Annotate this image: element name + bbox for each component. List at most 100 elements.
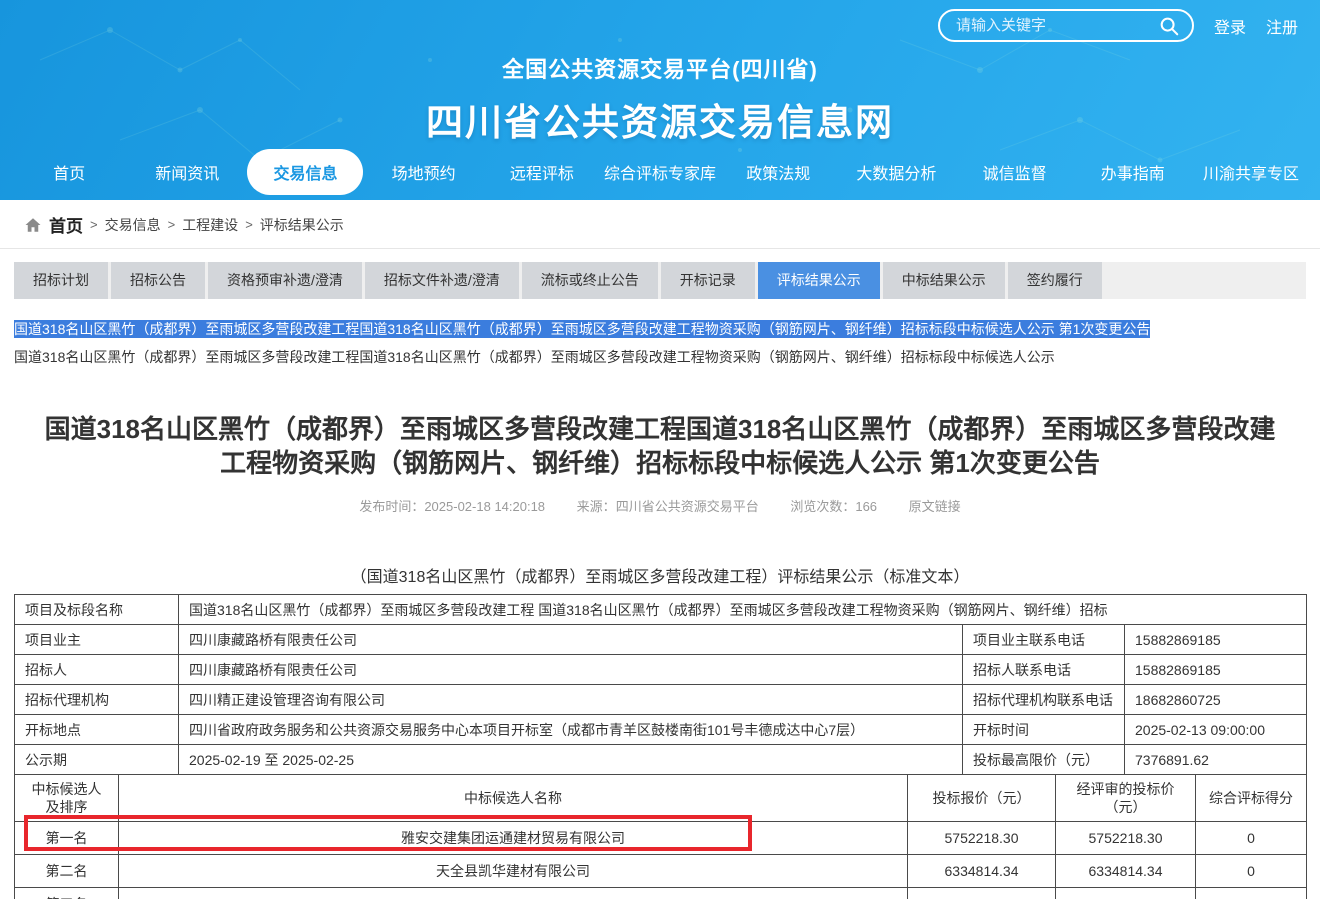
row-value: 国道318名山区黑竹（成都界）至雨城区多营段改建工程 国道318名山区黑竹（成都…	[179, 595, 1307, 625]
candidate-score: 0	[1196, 855, 1307, 888]
candidate-name	[119, 888, 908, 899]
tab-winning-result[interactable]: 中标结果公示	[883, 262, 1005, 299]
candidate-row-first: 第一名 雅安交建集团运通建材贸易有限公司 5752218.30 5752218.…	[15, 822, 1307, 855]
table-caption: （国道318名山区黑竹（成都界）至雨城区多营段改建工程）评标结果公示（标准文本）	[0, 563, 1320, 587]
column-header: 综合评标得分	[1196, 775, 1307, 822]
candidates-header-row: 中标候选人及排序 中标候选人名称 投标报价（元） 经评审的投标价（元） 综合评标…	[15, 775, 1307, 822]
row-value: 四川省政府政务服务和公共资源交易服务中心本项目开标室（成都市青羊区鼓楼南街101…	[179, 715, 963, 745]
search-input[interactable]	[956, 17, 1156, 34]
row-value: 四川精正建设管理咨询有限公司	[179, 685, 963, 715]
row-label: 招标人联系电话	[963, 655, 1125, 685]
nav-policies[interactable]: 政策法规	[719, 160, 837, 184]
row-label: 招标代理机构联系电话	[963, 685, 1125, 715]
candidate-rank: 第一名	[15, 822, 119, 855]
nav-remote-evaluation[interactable]: 远程评标	[483, 160, 601, 184]
row-label: 投标最高限价（元）	[963, 745, 1125, 775]
candidate-reviewed-price	[1056, 888, 1196, 899]
table-row: 招标人 四川康藏路桥有限责任公司 招标人联系电话 15882869185	[15, 655, 1307, 685]
main-nav: 首页 新闻资讯 交易信息 场地预约 远程评标 综合评标专家库 政策法规 大数据分…	[0, 144, 1320, 200]
list-item-change-announcement[interactable]: 国道318名山区黑竹（成都界）至雨城区多营段改建工程国道318名山区黑竹（成都界…	[14, 320, 1150, 338]
candidate-row-second: 第二名 天全县凯华建材有限公司 6334814.34 6334814.34 0	[15, 855, 1307, 888]
tab-tender-notice[interactable]: 招标公告	[111, 262, 205, 299]
candidate-name: 雅安交建集团运通建材贸易有限公司	[119, 822, 908, 855]
breadcrumb-construction[interactable]: 工程建设	[182, 215, 238, 235]
candidate-row-third: 第三名	[15, 888, 1307, 899]
tab-contract-performance[interactable]: 签约履行	[1008, 262, 1102, 299]
nav-venue-booking[interactable]: 场地预约	[365, 160, 483, 184]
article-meta: 发布时间：2025-02-18 14:20:18 来源：四川省公共资源交易平台 …	[0, 496, 1320, 515]
breadcrumb-separator: >	[168, 217, 176, 232]
row-value: 2025-02-13 09:00:00	[1125, 715, 1307, 745]
row-label: 招标代理机构	[15, 685, 179, 715]
original-text-link[interactable]: 原文链接	[909, 499, 961, 514]
row-value: 7376891.62	[1125, 745, 1307, 775]
row-label: 公示期	[15, 745, 179, 775]
search-icon[interactable]	[1156, 13, 1182, 39]
nav-service-guide[interactable]: 办事指南	[1074, 160, 1192, 184]
tab-failure-termination-notice[interactable]: 流标或终止公告	[522, 262, 658, 299]
tab-evaluation-result[interactable]: 评标结果公示	[758, 262, 880, 299]
login-link[interactable]: 登录	[1214, 14, 1246, 38]
table-row: 项目及标段名称 国道318名山区黑竹（成都界）至雨城区多营段改建工程 国道318…	[15, 595, 1307, 625]
row-label: 招标人	[15, 655, 179, 685]
row-value: 15882869185	[1125, 655, 1307, 685]
row-value: 四川康藏路桥有限责任公司	[179, 655, 963, 685]
platform-title: 全国公共资源交易平台(四川省)	[0, 52, 1320, 84]
candidate-score: 0	[1196, 822, 1307, 855]
candidate-bid-price: 6334814.34	[908, 855, 1056, 888]
site-header: 登录 注册 全国公共资源交易平台(四川省) 四川省公共资源交易信息网 首页 新闻…	[0, 0, 1320, 200]
tab-bid-opening-record[interactable]: 开标记录	[661, 262, 755, 299]
candidate-rank: 第三名	[15, 888, 119, 899]
row-value: 四川康藏路桥有限责任公司	[179, 625, 963, 655]
list-item-selected-wrap: 国道318名山区黑竹（成都界）至雨城区多营段改建工程国道318名山区黑竹（成都界…	[14, 319, 1306, 340]
table-row: 招标代理机构 四川精正建设管理咨询有限公司 招标代理机构联系电话 1868286…	[15, 685, 1307, 715]
candidate-score	[1196, 888, 1307, 899]
candidate-name: 天全县凯华建材有限公司	[119, 855, 908, 888]
column-header: 经评审的投标价（元）	[1056, 775, 1196, 822]
breadcrumb-evaluation-result[interactable]: 评标结果公示	[260, 215, 344, 235]
candidate-bid-price	[908, 888, 1056, 899]
source: 来源：四川省公共资源交易平台	[577, 499, 759, 514]
register-link[interactable]: 注册	[1266, 14, 1298, 38]
page-title: 国道318名山区黑竹（成都界）至雨城区多营段改建工程国道318名山区黑竹（成都界…	[40, 412, 1280, 480]
tab-tender-doc-supplement[interactable]: 招标文件补遗/澄清	[365, 262, 519, 299]
category-tab-bar: 招标计划 招标公告 资格预审补遗/澄清 招标文件补遗/澄清 流标或终止公告 开标…	[14, 262, 1306, 299]
breadcrumb-separator: >	[90, 217, 98, 232]
site-title: 四川省公共资源交易信息网	[0, 92, 1320, 146]
candidate-reviewed-price: 6334814.34	[1056, 855, 1196, 888]
row-label: 项目及标段名称	[15, 595, 179, 625]
tab-prequalification-supplement[interactable]: 资格预审补遗/澄清	[208, 262, 362, 299]
list-item-original-announcement[interactable]: 国道318名山区黑竹（成都界）至雨城区多营段改建工程国道318名山区黑竹（成都界…	[14, 347, 1306, 368]
row-value: 2025-02-19 至 2025-02-25	[179, 745, 963, 775]
tab-bidding-plan[interactable]: 招标计划	[14, 262, 108, 299]
breadcrumb-separator: >	[245, 217, 253, 232]
column-header: 投标报价（元）	[908, 775, 1056, 822]
publish-time: 发布时间：2025-02-18 14:20:18	[359, 499, 545, 514]
candidate-rank: 第二名	[15, 855, 119, 888]
column-header: 中标候选人及排序	[15, 775, 119, 822]
row-value: 18682860725	[1125, 685, 1307, 715]
breadcrumb-home[interactable]: 首页	[49, 212, 83, 237]
table-row: 开标地点 四川省政府政务服务和公共资源交易服务中心本项目开标室（成都市青羊区鼓楼…	[15, 715, 1307, 745]
column-header: 中标候选人名称	[119, 775, 908, 822]
row-label: 项目业主联系电话	[963, 625, 1125, 655]
home-icon	[24, 216, 42, 234]
candidates-section: 中标候选人及排序 中标候选人名称 投标报价（元） 经评审的投标价（元） 综合评标…	[0, 774, 1320, 899]
nav-news[interactable]: 新闻资讯	[128, 160, 246, 184]
announcement-list: 国道318名山区黑竹（成都界）至雨城区多营段改建工程国道318名山区黑竹（成都界…	[14, 319, 1306, 368]
nav-integrity-supervision[interactable]: 诚信监督	[956, 160, 1074, 184]
row-label: 开标地点	[15, 715, 179, 745]
nav-expert-database[interactable]: 综合评标专家库	[601, 160, 719, 184]
breadcrumb: 首页 > 交易信息 > 工程建设 > 评标结果公示	[0, 200, 1320, 249]
header-topbar: 登录 注册	[938, 9, 1298, 42]
nav-chuanyu-zone[interactable]: 川渝共享专区	[1192, 160, 1310, 184]
project-info-table: 项目及标段名称 国道318名山区黑竹（成都界）至雨城区多营段改建工程 国道318…	[14, 594, 1307, 775]
candidate-bid-price: 5752218.30	[908, 822, 1056, 855]
row-label: 项目业主	[15, 625, 179, 655]
nav-home[interactable]: 首页	[10, 160, 128, 184]
nav-trade-info[interactable]: 交易信息	[246, 149, 364, 195]
search-box[interactable]	[938, 9, 1194, 42]
nav-big-data[interactable]: 大数据分析	[837, 160, 955, 184]
breadcrumb-trade-info[interactable]: 交易信息	[105, 215, 161, 235]
header-titles: 全国公共资源交易平台(四川省) 四川省公共资源交易信息网	[0, 52, 1320, 146]
